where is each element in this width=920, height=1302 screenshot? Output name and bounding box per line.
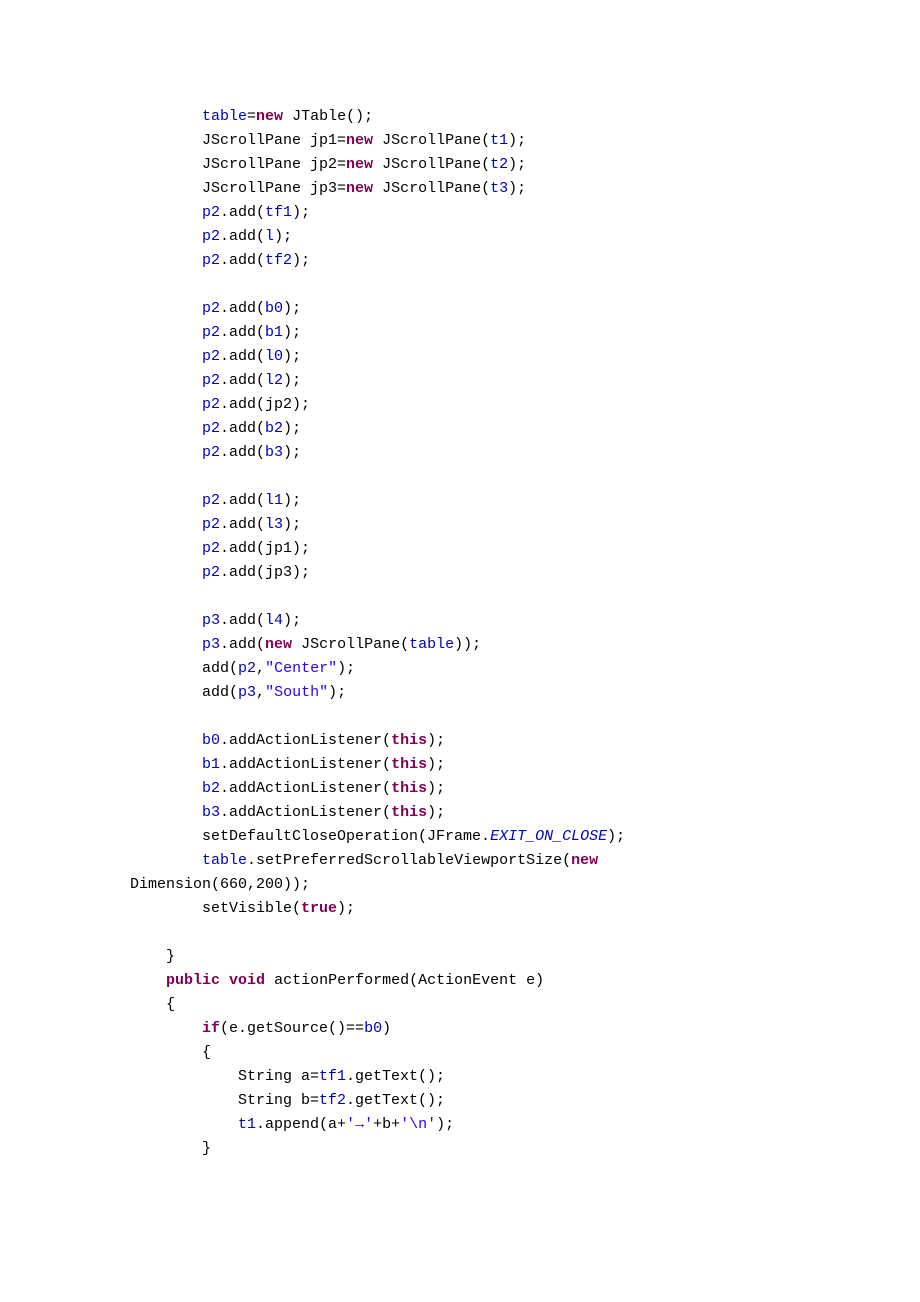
code-line: p3.add(new JScrollPane(table)); — [130, 633, 920, 657]
code-line: } — [130, 945, 920, 969]
code-line: table=new JTable(); — [130, 105, 920, 129]
code-line: JScrollPane jp1=new JScrollPane(t1); — [130, 129, 920, 153]
code-line — [130, 465, 920, 489]
code-line: table.setPreferredScrollableViewportSize… — [130, 849, 920, 873]
code-line: p2.add(b3); — [130, 441, 920, 465]
code-line: p2.add(tf1); — [130, 201, 920, 225]
code-line: { — [130, 1041, 920, 1065]
code-line: b0.addActionListener(this); — [130, 729, 920, 753]
code-line: Dimension(660,200)); — [130, 873, 920, 897]
code-line: p2.add(tf2); — [130, 249, 920, 273]
code-line: p2.add(l0); — [130, 345, 920, 369]
code-line: p2.add(b0); — [130, 297, 920, 321]
code-line: p2.add(l); — [130, 225, 920, 249]
code-line: if(e.getSource()==b0) — [130, 1017, 920, 1041]
document-page: table=new JTable(); JScrollPane jp1=new … — [0, 0, 920, 1302]
code-line: add(p3,"South"); — [130, 681, 920, 705]
code-line: b2.addActionListener(this); — [130, 777, 920, 801]
code-line: p2.add(b1); — [130, 321, 920, 345]
code-line — [130, 273, 920, 297]
code-line: { — [130, 993, 920, 1017]
code-line: setDefaultCloseOperation(JFrame.EXIT_ON_… — [130, 825, 920, 849]
code-line — [130, 585, 920, 609]
code-line: public void actionPerformed(ActionEvent … — [130, 969, 920, 993]
code-line: JScrollPane jp3=new JScrollPane(t3); — [130, 177, 920, 201]
code-line: p2.add(l3); — [130, 513, 920, 537]
code-line: add(p2,"Center"); — [130, 657, 920, 681]
code-line: p2.add(b2); — [130, 417, 920, 441]
code-line: p2.add(l1); — [130, 489, 920, 513]
code-line: String a=tf1.getText(); — [130, 1065, 920, 1089]
code-line: b1.addActionListener(this); — [130, 753, 920, 777]
code-line: p2.add(jp2); — [130, 393, 920, 417]
code-line — [130, 705, 920, 729]
code-line: t1.append(a+'→'+b+'\n'); — [130, 1113, 920, 1137]
code-line: setVisible(true); — [130, 897, 920, 921]
code-line: p3.add(l4); — [130, 609, 920, 633]
code-line: p2.add(l2); — [130, 369, 920, 393]
code-line: } — [130, 1137, 920, 1161]
code-line: JScrollPane jp2=new JScrollPane(t2); — [130, 153, 920, 177]
code-block: table=new JTable(); JScrollPane jp1=new … — [130, 105, 920, 1161]
code-line — [130, 921, 920, 945]
code-line: b3.addActionListener(this); — [130, 801, 920, 825]
code-line: String b=tf2.getText(); — [130, 1089, 920, 1113]
code-line: p2.add(jp3); — [130, 561, 920, 585]
code-line: p2.add(jp1); — [130, 537, 920, 561]
